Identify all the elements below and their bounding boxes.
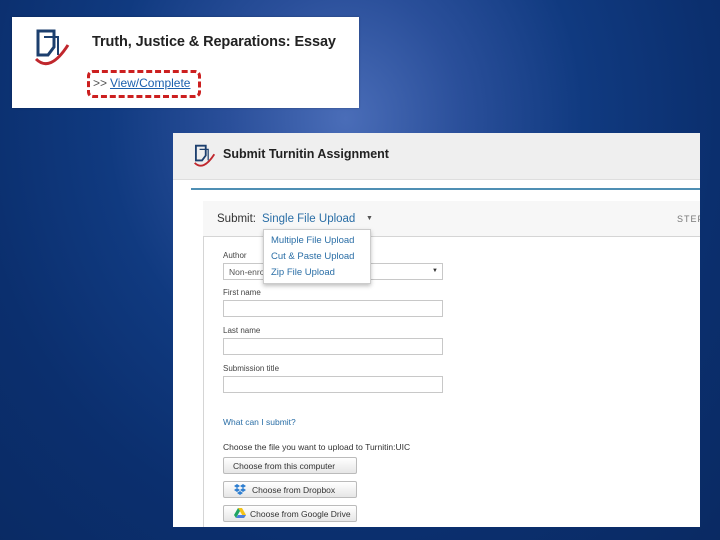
choose-from-dropbox-button[interactable]: Choose from Dropbox — [223, 481, 357, 498]
choose-from-google-drive-button[interactable]: Choose from Google Drive — [223, 505, 357, 522]
choose-file-label: Choose the file you want to upload to Tu… — [223, 442, 411, 452]
dropdown-option-cut-paste[interactable]: Cut & Paste Upload — [271, 251, 354, 262]
what-can-i-submit-link[interactable]: What can I submit? — [223, 417, 296, 427]
turnitin-logo-icon — [194, 144, 216, 167]
upload-type-dropdown: Multiple File Upload Cut & Paste Upload … — [263, 229, 371, 284]
turnitin-logo-icon — [34, 29, 70, 66]
accent-divider — [191, 188, 700, 190]
first-name-label: First name — [223, 288, 261, 297]
choose-from-computer-label: Choose from this computer — [233, 461, 336, 471]
first-name-field[interactable] — [223, 300, 443, 317]
assignment-card: Truth, Justice & Reparations: Essay >> V… — [12, 17, 359, 108]
panel-header: Submit Turnitin Assignment — [173, 133, 700, 180]
submission-title-field[interactable] — [223, 376, 443, 393]
choose-from-google-drive-label: Choose from Google Drive — [250, 509, 351, 519]
last-name-label: Last name — [223, 326, 261, 335]
step-indicator: STEP — [677, 214, 700, 224]
link-prefix: >> — [93, 76, 108, 90]
last-name-field[interactable] — [223, 338, 443, 355]
page-title: Submit Turnitin Assignment — [223, 147, 389, 161]
view-complete-link[interactable]: View/Complete — [110, 76, 190, 90]
assignment-title: Truth, Justice & Reparations: Essay — [92, 34, 336, 50]
google-drive-icon — [234, 508, 246, 518]
dropdown-option-zip-file[interactable]: Zip File Upload — [271, 267, 335, 278]
submit-assignment-panel: Submit Turnitin Assignment Submit: Singl… — [173, 133, 700, 527]
chevron-down-icon: ▼ — [432, 268, 438, 274]
choose-from-computer-button[interactable]: Choose from this computer — [223, 457, 357, 474]
dropbox-icon — [234, 484, 246, 495]
submission-title-label: Submission title — [223, 364, 280, 373]
submit-type-selector[interactable]: Single File Upload — [262, 213, 355, 225]
submit-label: Submit: — [217, 213, 256, 225]
author-value: Non-enro — [229, 267, 265, 277]
caret-down-icon[interactable]: ▼ — [366, 215, 373, 222]
author-label: Author — [223, 251, 247, 260]
dropdown-option-multiple-file[interactable]: Multiple File Upload — [271, 235, 354, 246]
choose-from-dropbox-label: Choose from Dropbox — [252, 485, 336, 495]
